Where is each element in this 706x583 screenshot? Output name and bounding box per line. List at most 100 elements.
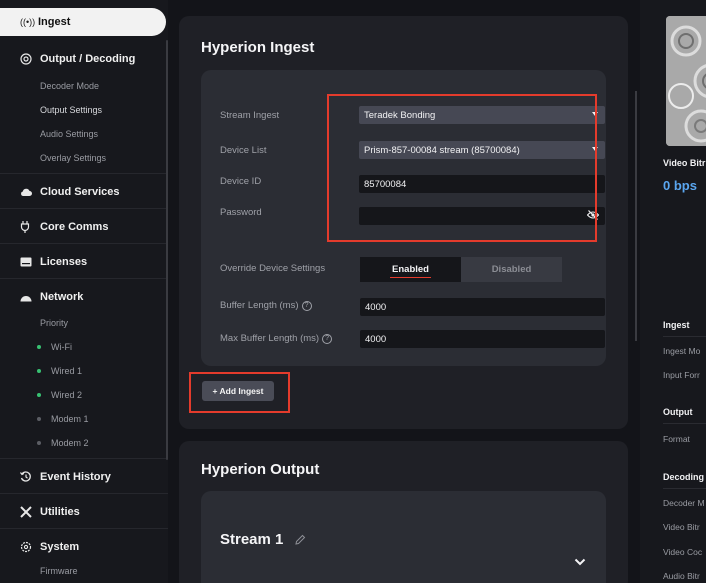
chevron-down-icon[interactable] [574, 553, 586, 571]
video-bitrate-value: 0 bps [663, 178, 697, 193]
output-panel: Hyperion Output Stream 1 [179, 441, 628, 583]
gear-icon [20, 541, 40, 553]
output-icon [20, 53, 40, 65]
license-icon [20, 257, 40, 267]
tools-icon [20, 506, 40, 518]
divider [0, 528, 168, 529]
override-toggle: Enabled Disabled [360, 257, 563, 282]
status-dot [37, 345, 41, 349]
stats-panel: Video Bitr 0 bps Ingest Ingest Mo Input … [640, 0, 706, 583]
stream-title-text: Stream 1 [220, 531, 284, 548]
sidebar-item-network[interactable]: Network [0, 291, 168, 303]
help-icon[interactable]: ? [322, 333, 333, 344]
sidebar-item-label: Core Comms [40, 221, 109, 233]
broadcast-icon: ((•)) [20, 17, 36, 27]
main-scrollbar[interactable] [635, 91, 637, 341]
ingest-stats-heading: Ingest [663, 320, 690, 330]
sidebar-item-utilities[interactable]: Utilities [0, 506, 168, 518]
pencil-icon[interactable] [295, 534, 306, 545]
divider [663, 423, 706, 424]
override-disabled-option[interactable]: Disabled [461, 257, 562, 282]
stat-ingest-mode: Ingest Mo [663, 346, 701, 356]
buffer-length-label-text: Buffer Length (ms) [220, 300, 299, 311]
sidebar-subitem-modem-2[interactable]: Modem 2 [37, 438, 89, 448]
help-icon[interactable]: ? [301, 300, 312, 311]
ingest-card: Stream Ingest Teradek Bonding Device Lis… [201, 70, 606, 366]
sidebar-subitem-overlay-settings[interactable]: Overlay Settings [40, 153, 106, 163]
sidebar-subitem-output-settings[interactable]: Output Settings [40, 105, 102, 115]
sidebar-subitem-label: Wi-Fi [51, 342, 72, 352]
network-icon [20, 293, 40, 302]
sidebar-subitem-modem-1[interactable]: Modem 1 [37, 414, 89, 424]
status-dot [37, 393, 41, 397]
cloud-icon [20, 187, 40, 197]
sidebar-subitem-label: Wired 2 [51, 390, 83, 400]
status-dot [37, 417, 41, 421]
device-list-label: Device List [220, 145, 267, 156]
stream-card: Stream 1 [201, 491, 606, 583]
sidebar-item-label: Event History [40, 471, 111, 483]
sidebar-item-label: Cloud Services [40, 186, 120, 198]
decoding-stats-heading: Decoding [663, 472, 705, 482]
plug-icon [20, 221, 40, 233]
divider [663, 488, 706, 489]
sidebar-subitem-wired-2[interactable]: Wired 2 [37, 390, 82, 400]
sidebar: ((•)) Ingest Output / Decoding Decoder M… [0, 0, 168, 583]
sidebar-subitem-wifi[interactable]: Wi-Fi [37, 342, 72, 352]
max-buffer-length-label-text: Max Buffer Length (ms) [220, 333, 320, 344]
sidebar-item-label: Licenses [40, 256, 88, 268]
sidebar-subitem-decoder-mode[interactable]: Decoder Mode [40, 81, 99, 91]
sidebar-item-event-history[interactable]: Event History [0, 471, 168, 483]
stat-audio-bitrate: Audio Bitr [663, 571, 700, 581]
sidebar-item-core-comms[interactable]: Core Comms [0, 221, 168, 233]
stat-input-format: Input Forr [663, 370, 700, 380]
divider [0, 493, 168, 494]
sidebar-item-label: Network [40, 291, 84, 303]
sidebar-subitem-label: Modem 2 [51, 438, 89, 448]
sidebar-subitem-label: Modem 1 [51, 414, 89, 424]
sidebar-item-ingest[interactable]: ((•)) Ingest [0, 8, 166, 36]
max-buffer-length-label: Max Buffer Length (ms) ? [220, 333, 333, 344]
sidebar-subitem-label: Wired 1 [51, 366, 83, 376]
stream-ingest-label: Stream Ingest [220, 110, 280, 121]
highlight-box [327, 94, 597, 242]
sidebar-scrollbar[interactable] [166, 40, 168, 460]
buffer-length-label: Buffer Length (ms) ? [220, 300, 312, 311]
password-label: Password [220, 207, 262, 218]
divider [0, 173, 168, 174]
stat-decoder-mode: Decoder M [663, 498, 705, 508]
sidebar-item-licenses[interactable]: Licenses [0, 256, 168, 268]
sidebar-subitem-audio-settings[interactable]: Audio Settings [40, 129, 98, 139]
stream-title: Stream 1 [220, 531, 306, 548]
stat-format: Format [663, 434, 690, 444]
history-icon [20, 471, 40, 483]
sidebar-subitem-wired-1[interactable]: Wired 1 [37, 366, 82, 376]
stat-video-bitrate: Video Bitr [663, 522, 700, 532]
sidebar-item-cloud-services[interactable]: Cloud Services [0, 186, 168, 198]
video-bitrate-label: Video Bitr [663, 158, 706, 168]
sidebar-subitem-firmware[interactable]: Firmware [40, 566, 78, 576]
max-buffer-length-value: 4000 [365, 333, 387, 345]
divider [0, 243, 168, 244]
output-title: Hyperion Output [201, 461, 320, 478]
ingest-panel: Hyperion Ingest Stream Ingest Teradek Bo… [179, 16, 637, 429]
output-stats-heading: Output [663, 407, 693, 417]
sidebar-item-label: Ingest [38, 16, 71, 28]
sidebar-item-output-decoding[interactable]: Output / Decoding [0, 53, 168, 65]
divider [663, 336, 706, 337]
video-preview [666, 16, 706, 146]
highlight-box [189, 372, 290, 413]
divider [0, 208, 168, 209]
sidebar-item-label: System [40, 541, 80, 553]
buffer-length-input[interactable]: 4000 [360, 298, 605, 316]
max-buffer-length-input[interactable]: 4000 [360, 330, 605, 348]
device-id-label: Device ID [220, 176, 262, 187]
sidebar-item-system[interactable]: System [0, 541, 168, 553]
override-enabled-option[interactable]: Enabled [360, 257, 461, 282]
divider [0, 278, 168, 279]
override-label: Override Device Settings [220, 263, 326, 274]
ingest-title: Hyperion Ingest [201, 39, 315, 56]
divider [0, 458, 168, 459]
status-dot [37, 369, 41, 373]
sidebar-subitem-priority[interactable]: Priority [40, 318, 68, 328]
